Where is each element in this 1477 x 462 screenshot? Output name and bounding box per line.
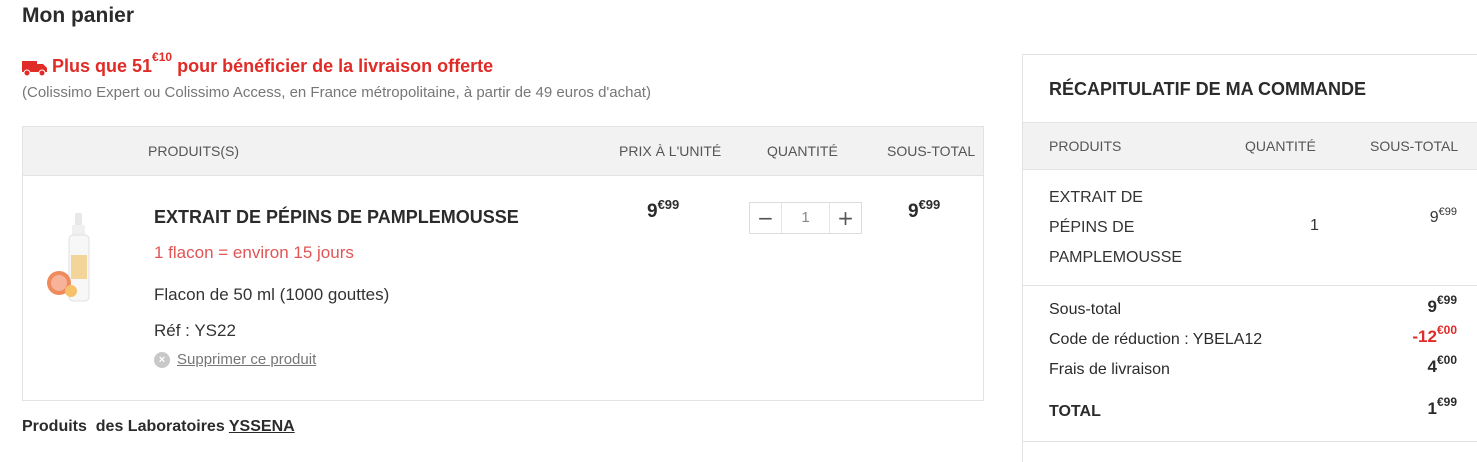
quantity-input[interactable]: 1 — [781, 203, 830, 233]
summary-header-quantity: QUANTITÉ — [1245, 138, 1316, 154]
brand-prefix: Produits des Laboratoires — [22, 418, 229, 435]
shipping-conditions: (Colissimo Expert ou Colissimo Access, e… — [22, 84, 651, 101]
order-summary: RÉCAPITULATIF DE MA COMMANDE PRODUITS QU… — [1022, 54, 1477, 462]
header-unit-price: PRIX À L'UNITÉ — [619, 143, 722, 159]
summary-header-products: PRODUITS — [1049, 138, 1122, 154]
page-title: Mon panier — [22, 4, 135, 27]
item-subtotal-cents: €99 — [918, 197, 941, 212]
product-reference: Réf : YS22 — [154, 321, 236, 340]
product-image — [47, 213, 90, 302]
summary-product-quantity: 1 — [1310, 217, 1319, 234]
quantity-increase-button[interactable]: + — [830, 203, 861, 233]
shipping-fee-value: 4€00 — [1427, 353, 1458, 377]
shipping-message: pour bénéficier de la livraison offerte — [172, 56, 494, 76]
divider — [1023, 441, 1477, 442]
header-quantity: QUANTITÉ — [767, 143, 838, 159]
brand-link[interactable]: YSSENA — [229, 418, 295, 435]
summary-product-line: PÉPINS DE — [1049, 219, 1135, 236]
cart-table: PRODUITS(S) PRIX À L'UNITÉ QUANTITÉ SOUS… — [22, 126, 984, 401]
quantity-decrease-button[interactable]: − — [750, 203, 781, 233]
item-subtotal: 9€99 — [908, 197, 940, 223]
header-products: PRODUITS(S) — [148, 143, 239, 159]
shipping-amount-cents: €10 — [152, 50, 173, 64]
summary-header-subtotal: SOUS-TOTAL — [1370, 138, 1459, 154]
product-name[interactable]: EXTRAIT DE PÉPINS DE PAMPLEMOUSSE — [154, 207, 519, 228]
close-circle-icon[interactable]: × — [154, 351, 170, 368]
remove-product-link[interactable]: Supprimer ce produit — [177, 351, 316, 368]
shipping-amount: Plus que 51 — [52, 56, 153, 76]
item-subtotal-int: 9 — [908, 201, 919, 222]
discount-cents: €00 — [1436, 323, 1457, 337]
header-subtotal: SOUS-TOTAL — [887, 143, 976, 159]
shipping-fee-int: 4 — [1427, 357, 1437, 376]
total-value: 1€99 — [1427, 395, 1458, 419]
cart-table-header: PRODUITS(S) PRIX À L'UNITÉ QUANTITÉ SOUS… — [23, 127, 983, 176]
summary-header: PRODUITS QUANTITÉ SOUS-TOTAL — [1023, 122, 1477, 170]
total-cents: €99 — [1436, 395, 1457, 409]
discount-int: -12 — [1412, 327, 1437, 346]
summary-product-line: EXTRAIT DE — [1049, 189, 1143, 206]
product-volume: Flacon de 50 ml (1000 gouttes) — [154, 285, 390, 304]
product-duration-note: 1 flacon = environ 15 jours — [154, 243, 354, 262]
summary-product-price: 9€99 — [1429, 206, 1457, 227]
summary-product-price-cents: €99 — [1438, 206, 1457, 218]
subtotal-label: Sous-total — [1049, 301, 1122, 318]
subtotal-value: 9€99 — [1427, 293, 1458, 317]
divider — [1023, 285, 1477, 286]
shipping-fee-cents: €00 — [1436, 353, 1457, 367]
remove-product[interactable]: × Supprimer ce produit — [154, 351, 316, 368]
subtotal-cents: €99 — [1436, 293, 1457, 307]
summary-product-line: PAMPLEMOUSSE — [1049, 249, 1183, 266]
subtotal-int: 9 — [1427, 297, 1437, 316]
total-label: TOTAL — [1049, 403, 1101, 420]
unit-price: 9€99 — [647, 197, 679, 223]
shipping-fee-label: Frais de livraison — [1049, 361, 1170, 378]
quantity-stepper[interactable]: − 1 + — [749, 202, 862, 234]
discount-value: -12€00 — [1412, 323, 1457, 347]
summary-product-name: EXTRAIT DE PÉPINS DE PAMPLEMOUSSE — [1049, 183, 1183, 273]
unit-price-cents: €99 — [657, 197, 680, 212]
brand-line: Produits des Laboratoires YSSENA — [22, 418, 295, 436]
summary-product-price-int: 9 — [1429, 209, 1439, 226]
total-int: 1 — [1427, 399, 1437, 418]
summary-title: RÉCAPITULATIF DE MA COMMANDE — [1049, 79, 1366, 99]
unit-price-int: 9 — [647, 201, 658, 222]
truck-icon — [22, 61, 47, 77]
free-shipping-notice: Plus que 51 €10 pour bénéficier de la liv… — [22, 50, 494, 77]
discount-code-label: Code de réduction : YBELA12 — [1049, 331, 1263, 348]
